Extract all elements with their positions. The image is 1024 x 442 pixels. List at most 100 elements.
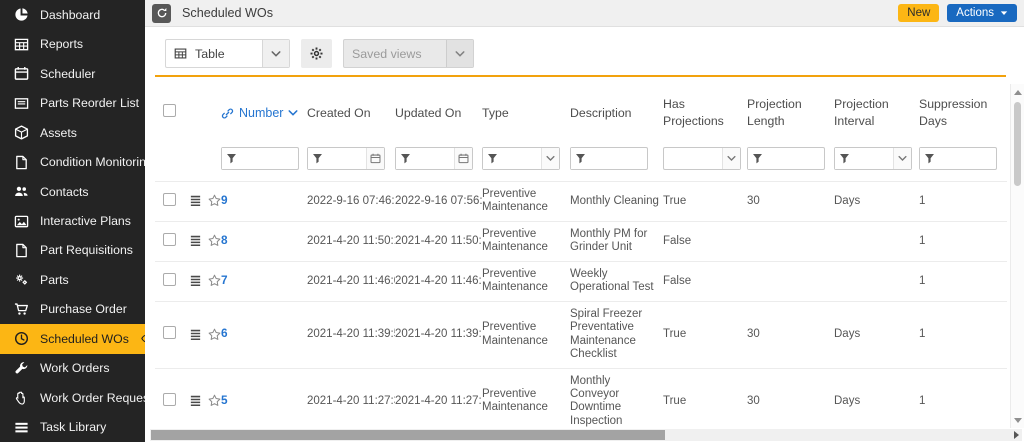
filter-funnel-button-number[interactable] xyxy=(222,148,241,169)
row-menu-icon[interactable] xyxy=(189,394,202,407)
wo-number-link[interactable]: 7 xyxy=(221,273,228,287)
favorite-star-icon[interactable] xyxy=(208,194,221,207)
column-header-label: Number xyxy=(239,105,284,120)
sidebar-item-contacts[interactable]: Contacts xyxy=(0,177,145,206)
column-header-suppression-days[interactable]: Suppression Days xyxy=(919,84,1007,142)
filter-input-description[interactable] xyxy=(590,148,647,169)
favorite-star-icon[interactable] xyxy=(208,328,221,341)
sidebar-item-work-order-requests[interactable]: Work Order Requests xyxy=(0,383,145,412)
scroll-up-button[interactable] xyxy=(1011,86,1024,98)
sidebar-item-interactive-plans[interactable]: Interactive Plans xyxy=(0,206,145,235)
filter-funnel-button-suppression-days[interactable] xyxy=(920,148,939,169)
filter-dropdown-button-type[interactable] xyxy=(541,148,559,169)
filter-funnel-button-updated-on[interactable] xyxy=(396,148,415,169)
sidebar-item-part-requisitions[interactable]: Part Requisitions xyxy=(0,236,145,265)
filter-funnel-button-created-on[interactable] xyxy=(308,148,327,169)
sidebar-item-condition-monitoring[interactable]: Condition Monitoring xyxy=(0,147,145,176)
sidebar-item-parts[interactable]: Parts xyxy=(0,265,145,294)
sidebar-item-work-orders[interactable]: Work Orders xyxy=(0,354,145,383)
row-checkbox[interactable] xyxy=(163,192,176,206)
row-checkbox[interactable] xyxy=(163,325,176,339)
sidebar-item-scheduler[interactable]: Scheduler xyxy=(0,59,145,88)
column-header-number[interactable]: Number xyxy=(221,84,307,142)
cell-suppression-days: 1 xyxy=(919,301,1007,369)
sidebar-item-dashboard[interactable]: Dashboard xyxy=(0,0,145,29)
row-checkbox[interactable] xyxy=(163,272,176,286)
saved-views-select[interactable]: Saved views xyxy=(343,39,474,68)
column-header-label: Description xyxy=(570,105,632,120)
filter-cell-type xyxy=(482,142,570,182)
filter-input-suppression-days[interactable] xyxy=(939,148,996,169)
wo-number-link[interactable]: 8 xyxy=(221,233,228,247)
chevron-down-icon xyxy=(288,108,298,118)
favorite-star-icon[interactable] xyxy=(208,274,221,287)
column-header-select[interactable] xyxy=(155,84,189,142)
sidebar-item-label: Reports xyxy=(40,37,84,52)
wo-number-link[interactable]: 9 xyxy=(221,193,228,207)
sidebar-item-assets[interactable]: Assets xyxy=(0,118,145,147)
column-header-projection-length[interactable]: Projection Length xyxy=(747,84,834,142)
filter-dropdown-button-has-projections[interactable] xyxy=(722,148,740,169)
column-header-type[interactable]: Type xyxy=(482,84,570,142)
sidebar-item-task-library[interactable]: Task Library xyxy=(0,413,145,442)
column-header-created-on[interactable]: Created On xyxy=(307,84,395,142)
favorite-star-icon[interactable] xyxy=(208,394,221,407)
row-checkbox[interactable] xyxy=(163,392,176,406)
filter-projection-length xyxy=(747,147,825,170)
filter-input-created-on[interactable] xyxy=(327,148,366,169)
filter-funnel-button-projection-interval[interactable] xyxy=(835,148,854,169)
filter-calendar-button-created-on[interactable] xyxy=(366,148,384,169)
refresh-button[interactable] xyxy=(152,3,171,23)
vertical-scrollbar[interactable] xyxy=(1010,84,1024,428)
settings-gear-button[interactable] xyxy=(301,39,332,68)
vertical-scrollbar-thumb[interactable] xyxy=(1014,102,1021,186)
filter-cell-icons xyxy=(189,142,221,182)
filter-dropdown-button-projection-interval[interactable] xyxy=(893,148,911,169)
sidebar-item-scheduled-wos[interactable]: Scheduled WOs xyxy=(0,324,145,354)
sidebar-item-purchase-order[interactable]: Purchase Order xyxy=(0,295,145,324)
saved-views-select-caret[interactable] xyxy=(446,40,473,67)
wo-number-link[interactable]: 6 xyxy=(221,326,228,340)
cell-created-on: 2022-9-16 07:46:2 xyxy=(307,181,395,222)
column-header-updated-on[interactable]: Updated On xyxy=(395,84,482,142)
filter-input-projection-interval[interactable] xyxy=(854,148,893,169)
scroll-down-button[interactable] xyxy=(1011,414,1024,426)
row-menu-icon[interactable] xyxy=(189,274,202,287)
filter-funnel-button-description[interactable] xyxy=(571,148,590,169)
horizontal-scrollbar-thumb[interactable] xyxy=(151,430,666,440)
column-header-label: Projection Interval xyxy=(834,97,889,128)
view-type-select[interactable]: Table xyxy=(165,39,290,68)
row-checkbox[interactable] xyxy=(163,232,176,246)
actions-button-label: Actions xyxy=(956,7,994,19)
new-button[interactable]: New xyxy=(898,4,940,22)
filter-input-type[interactable] xyxy=(502,148,541,169)
column-header-has-projections[interactable]: Has Projections xyxy=(663,84,747,142)
row-menu-icon[interactable] xyxy=(189,328,202,341)
filter-calendar-button-updated-on[interactable] xyxy=(454,148,472,169)
filter-input-updated-on[interactable] xyxy=(415,148,454,169)
column-header-description[interactable]: Description xyxy=(570,84,663,142)
filter-description xyxy=(570,147,648,170)
cube-icon xyxy=(13,125,29,140)
topbar: Scheduled WOs New Actions xyxy=(145,0,1024,27)
sidebar-item-reports[interactable]: Reports xyxy=(0,29,145,58)
filter-funnel-button-type[interactable] xyxy=(483,148,502,169)
table-grid-icon xyxy=(174,47,187,60)
row-menu-icon[interactable] xyxy=(189,194,202,207)
filter-type xyxy=(482,147,560,170)
wo-number-link[interactable]: 5 xyxy=(221,393,228,407)
sidebar-item-parts-reorder-list[interactable]: Parts Reorder List xyxy=(0,88,145,117)
row-menu-icon[interactable] xyxy=(189,234,202,247)
filter-input-number[interactable] xyxy=(241,148,298,169)
view-type-select-caret[interactable] xyxy=(262,40,289,67)
filter-input-has-projections[interactable] xyxy=(664,148,722,169)
favorite-star-icon[interactable] xyxy=(208,234,221,247)
horizontal-scrollbar[interactable] xyxy=(150,429,1022,441)
filter-funnel-button-projection-length[interactable] xyxy=(748,148,767,169)
actions-button[interactable]: Actions xyxy=(947,4,1017,22)
cell-description: Monthly Cleaning xyxy=(570,181,663,222)
filter-input-projection-length[interactable] xyxy=(767,148,824,169)
select-all-checkbox[interactable] xyxy=(163,104,176,118)
column-header-projection-interval[interactable]: Projection Interval xyxy=(834,84,919,142)
scroll-right-button[interactable] xyxy=(1014,429,1019,441)
